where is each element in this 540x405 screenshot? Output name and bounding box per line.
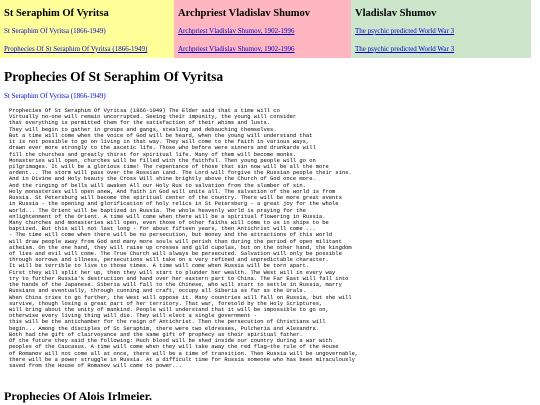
column-archpriest: Archpriest Vladislav Shumov Archpriest V… [174, 0, 351, 58]
prophecy-text: Prophecies Of St Seraphim Of Vyritsa (18… [9, 107, 358, 369]
column-seraphim: St Seraphim Of Vyritsa St Seraphim Of Vy… [0, 0, 174, 58]
page-title: Prophecies Of St Seraphim Of Vyritsa [4, 69, 224, 84]
archpriest-link-2[interactable]: Archpriest Vladislav Shumov, 1902-1996 [178, 45, 351, 54]
column-heading: Vladislav Shumov [355, 8, 437, 19]
prophecy-line: saved from the House of Romanov will com… [9, 361, 182, 369]
column-heading: Archpriest Vladislav Shumov [178, 8, 311, 19]
column-heading: St Seraphim Of Vyritsa [4, 8, 109, 19]
section-title-irlmeier: Prophecies Of Alois Irlmeier. [4, 389, 152, 403]
column-shumov: Vladislav Shumov The psychic predicted W… [351, 0, 531, 58]
archpriest-link[interactable]: Archpriest Vladislav Shumov, 1902-1996 [178, 27, 351, 36]
header-grid: St Seraphim Of Vyritsa St Seraphim Of Vy… [0, 0, 531, 58]
psychic-link-2[interactable]: The psychic predicted World War 3 [355, 45, 531, 54]
seraphim-sub-link[interactable]: St Seraphim Of Vyritsa (1866-1949) [4, 92, 106, 101]
seraphim-link[interactable]: St Seraphim Of Vyritsa (1866-1949) [4, 27, 174, 36]
seraphim-prophecies-link[interactable]: Prophecies Of St Seraphim Of Vyritsa (18… [4, 45, 174, 54]
psychic-link[interactable]: The psychic predicted World War 3 [355, 27, 531, 36]
